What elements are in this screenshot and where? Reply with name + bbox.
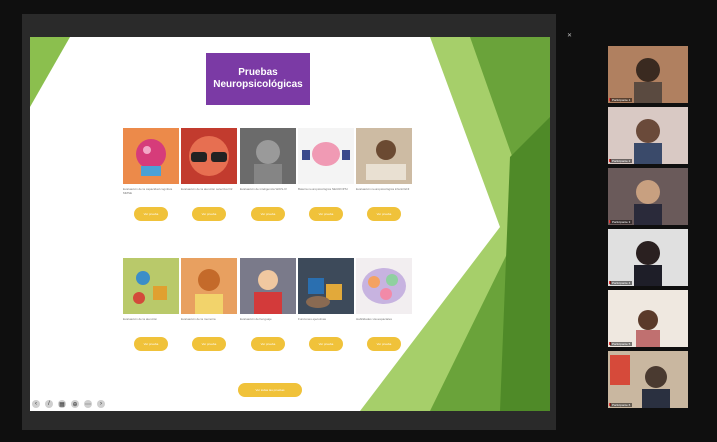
card-caption: Evaluación de la atención selectiva D2	[181, 187, 233, 191]
participant-tile[interactable]: Participante 3	[608, 168, 688, 225]
card-caption: Funciones ejecutivas	[298, 317, 327, 321]
card-button[interactable]: Ver prueba	[134, 207, 168, 221]
slides-grid-icon[interactable]: ▦	[58, 400, 66, 408]
card-caption: Habilidades visoespaciales	[356, 317, 393, 321]
card-button[interactable]: Ver prueba	[192, 207, 226, 221]
title-line-1: Pruebas	[238, 67, 278, 78]
card-button[interactable]: Ver prueba	[309, 207, 343, 221]
options-icon[interactable]: ⋯	[84, 400, 92, 408]
card-button[interactable]: Ver prueba	[367, 207, 401, 221]
test-card: Evaluación de la atención selectiva D2 V…	[181, 128, 237, 221]
card-button[interactable]: Ver prueba	[251, 337, 285, 351]
participant-name: Participante 2	[610, 159, 633, 163]
participant-name: Participante 3	[610, 220, 633, 224]
test-card: Batería neuropsicológica NEUROPSI Ver pr…	[298, 128, 354, 221]
test-card: Evaluación de la atención Ver prueba	[123, 258, 179, 351]
slide-title: Pruebas Neuropsicológicas	[206, 53, 310, 105]
card-button[interactable]: Ver prueba	[367, 337, 401, 351]
participant-name: Participante 1	[610, 98, 633, 102]
presentation-slide: Pruebas Neuropsicológicas Evaluación de …	[30, 37, 550, 411]
view-all-button[interactable]: Ver todas las pruebas	[238, 383, 302, 397]
test-card: Evaluación del lenguaje Ver prueba	[240, 258, 296, 351]
presentation-toolbar: ‹ / ▦ ⊕ ⋯ ›	[32, 400, 105, 408]
test-image-glasses	[181, 128, 237, 184]
card-caption: Evaluación de inteligencia WAIS-IV	[240, 187, 287, 191]
card-button[interactable]: Ver prueba	[251, 207, 285, 221]
participant-name: Participante 4	[610, 281, 633, 285]
test-card: Funciones ejecutivas Ver prueba	[298, 258, 354, 351]
test-image-child-drawing	[181, 258, 237, 314]
close-icon[interactable]: ✕	[567, 32, 572, 39]
participant-name: Participante 6	[610, 403, 633, 407]
card-caption: Evaluación de la atención	[123, 317, 158, 321]
card-caption: Evaluación neuropsicológica infantil ENI	[356, 187, 410, 191]
test-image-colorful-brain	[356, 258, 412, 314]
zoom-icon[interactable]: ⊕	[71, 400, 79, 408]
test-card: Evaluación neuropsicológica infantil ENI…	[356, 128, 412, 221]
card-caption: Evaluación del lenguaje	[240, 317, 272, 321]
test-image-child-red	[240, 258, 296, 314]
card-button[interactable]: Ver prueba	[192, 337, 226, 351]
participant-tile[interactable]: Participante 4	[608, 229, 688, 286]
test-card: Evaluación de inteligencia WAIS-IV Ver p…	[240, 128, 296, 221]
card-button[interactable]: Ver prueba	[309, 337, 343, 351]
test-card: Evaluación de la capacidad cognitiva MMS…	[123, 128, 179, 221]
card-caption: Evaluación de la memoria	[181, 317, 216, 321]
participant-name: Participante 5	[610, 342, 633, 346]
title-line-2: Neuropsicológicas	[213, 79, 303, 90]
participant-tile[interactable]: Participante 5	[608, 290, 688, 347]
participant-tile[interactable]: Participante 2	[608, 107, 688, 164]
card-caption: Batería neuropsicológica NEUROPSI	[298, 187, 348, 191]
participant-tile[interactable]: Participante 6	[608, 351, 688, 408]
participant-tile[interactable]: Participante 1	[608, 46, 688, 103]
test-card: Habilidades visoespaciales Ver prueba	[356, 258, 412, 351]
test-card: Evaluación de la memoria Ver prueba	[181, 258, 237, 351]
prev-slide-icon[interactable]: ‹	[32, 400, 40, 408]
pen-icon[interactable]: /	[45, 400, 53, 408]
test-image-brain-figure	[123, 128, 179, 184]
test-image-hands-puzzle	[298, 258, 354, 314]
test-image-child-studying	[356, 128, 412, 184]
card-button[interactable]: Ver prueba	[134, 337, 168, 351]
test-image-brain-dumbbells	[298, 128, 354, 184]
test-image-head	[240, 128, 296, 184]
test-image-toys	[123, 258, 179, 314]
next-slide-icon[interactable]: ›	[97, 400, 105, 408]
card-caption: Evaluación de la capacidad cognitiva MMS…	[123, 187, 173, 195]
